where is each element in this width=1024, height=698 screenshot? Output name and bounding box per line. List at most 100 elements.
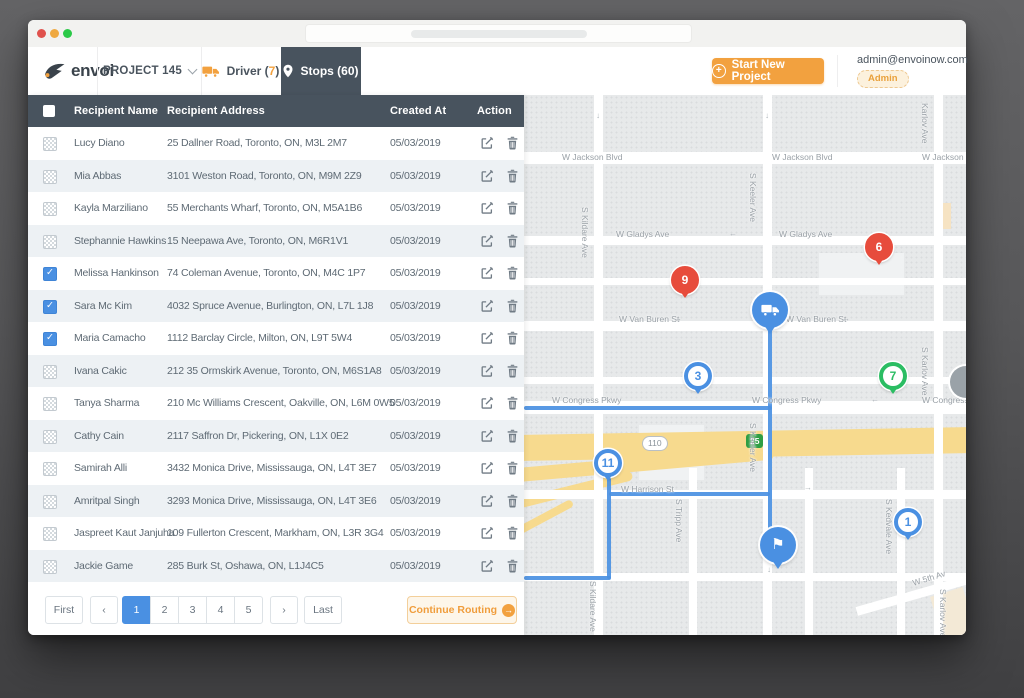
pagination-page-button[interactable]: 2 — [150, 596, 179, 624]
row-checkbox[interactable] — [43, 462, 57, 476]
pagination-page-button[interactable]: 4 — [206, 596, 235, 624]
table-row[interactable]: Maria Camacho 1112 Barclay Circle, Milto… — [28, 322, 524, 355]
select-all-checkbox[interactable] — [43, 105, 55, 117]
edit-icon[interactable] — [480, 201, 494, 215]
created-at: 05/03/2019 — [390, 485, 441, 518]
row-checkbox[interactable] — [43, 560, 57, 574]
delete-icon[interactable] — [506, 526, 520, 540]
delete-icon[interactable] — [506, 461, 520, 475]
row-checkbox[interactable] — [43, 235, 57, 249]
delete-icon[interactable] — [506, 494, 520, 508]
row-checkbox[interactable] — [43, 300, 57, 314]
table-row[interactable]: Jaspreet Kaut Janjuha 109 Fullerton Cres… — [28, 517, 524, 550]
delete-icon[interactable] — [506, 136, 520, 150]
header-divider — [837, 55, 838, 87]
flag-marker[interactable]: ⚑ — [760, 527, 796, 563]
edit-icon[interactable] — [480, 494, 494, 508]
table-body: Lucy Diano 25 Dallner Road, Toronto, ON,… — [28, 127, 524, 582]
street-label: W Gladys Ave — [616, 229, 669, 239]
stop-pin[interactable]: 3 — [684, 362, 712, 390]
table-row[interactable]: Sara Mc Kim 4032 Spruce Avenue, Burlingt… — [28, 290, 524, 323]
pagination-prev-button[interactable]: ‹ — [90, 596, 118, 624]
truck-marker[interactable] — [752, 292, 788, 328]
row-checkbox[interactable] — [43, 267, 57, 281]
row-checkbox[interactable] — [43, 397, 57, 411]
row-checkbox[interactable] — [43, 365, 57, 379]
street-label: S Kildare Ave — [588, 581, 598, 632]
delete-icon[interactable] — [506, 266, 520, 280]
row-checkbox[interactable] — [43, 495, 57, 509]
url-bar[interactable] — [306, 25, 691, 42]
table-row[interactable]: Tanya Sharma 210 Mc Williams Crescent, O… — [28, 387, 524, 420]
row-checkbox[interactable] — [43, 137, 57, 151]
project-selector[interactable]: PROJECT 145 — [97, 47, 202, 95]
minimize-window-button[interactable] — [50, 29, 59, 38]
table-row[interactable]: Cathy Cain 2117 Saffron Dr, Pickering, O… — [28, 420, 524, 453]
street-label: W Jackson Blv — [922, 152, 966, 162]
edit-icon[interactable] — [480, 429, 494, 443]
table-row[interactable]: Amritpal Singh 3293 Monica Drive, Missis… — [28, 485, 524, 518]
table-row[interactable]: Kayla Marziliano 55 Merchants Wharf, Tor… — [28, 192, 524, 225]
edit-icon[interactable] — [480, 559, 494, 573]
table-row[interactable]: Ivana Cakic 212 35 Ormskirk Avenue, Toro… — [28, 355, 524, 388]
delete-icon[interactable] — [506, 201, 520, 215]
delete-icon[interactable] — [506, 234, 520, 248]
stop-pin[interactable]: 11 — [594, 449, 622, 477]
edit-icon[interactable] — [480, 526, 494, 540]
edit-icon[interactable] — [480, 331, 494, 345]
delete-icon[interactable] — [506, 331, 520, 345]
table-row[interactable]: Jackie Game 285 Burk St, Oshawa, ON, L1J… — [28, 550, 524, 583]
map[interactable]: 11025 W Jackson BlvdW Jackson BlvdW Jack… — [524, 95, 966, 635]
table-row[interactable]: Melissa Hankinson 74 Coleman Avenue, Tor… — [28, 257, 524, 290]
pagination-next-button[interactable]: › — [270, 596, 298, 624]
table-row[interactable]: Samirah Alli 3432 Monica Drive, Mississa… — [28, 452, 524, 485]
recipient-name: Ivana Cakic — [74, 355, 127, 388]
delete-icon[interactable] — [506, 299, 520, 313]
tab-driver[interactable]: Driver (7) — [200, 47, 282, 95]
row-checkbox[interactable] — [43, 170, 57, 184]
continue-routing-button[interactable]: Continue Routing → — [407, 596, 517, 624]
stop-pin[interactable]: 7 — [879, 362, 907, 390]
edit-icon[interactable] — [480, 461, 494, 475]
recipient-address: 25 Dallner Road, Toronto, ON, M3L 2M7 — [167, 127, 347, 160]
maximize-window-button[interactable] — [63, 29, 72, 38]
created-at: 05/03/2019 — [390, 452, 441, 485]
tab-stops-active[interactable]: Stops (60) — [281, 47, 361, 95]
recipient-address: 109 Fullerton Crescent, Markham, ON, L3R… — [167, 517, 383, 550]
edit-icon[interactable] — [480, 234, 494, 248]
table-row[interactable]: Lucy Diano 25 Dallner Road, Toronto, ON,… — [28, 127, 524, 160]
row-checkbox[interactable] — [43, 430, 57, 444]
row-checkbox[interactable] — [43, 332, 57, 346]
table-header: Recipient Name Recipient Address Created… — [28, 95, 524, 127]
edit-icon[interactable] — [480, 364, 494, 378]
delete-icon[interactable] — [506, 364, 520, 378]
delete-icon[interactable] — [506, 396, 520, 410]
edit-icon[interactable] — [480, 266, 494, 280]
edit-icon[interactable] — [480, 136, 494, 150]
edit-icon[interactable] — [480, 169, 494, 183]
stop-pin[interactable]: 6 — [865, 233, 893, 261]
app-body: Recipient Name Recipient Address Created… — [28, 95, 966, 635]
pagination-first-button[interactable]: First — [45, 596, 83, 624]
close-window-button[interactable] — [37, 29, 46, 38]
table-row[interactable]: Mia Abbas 3101 Weston Road, Toronto, ON,… — [28, 160, 524, 193]
plus-circle-icon: + — [712, 64, 726, 78]
table-row[interactable]: Stephannie Hawkins 15 Neepawa Ave, Toron… — [28, 225, 524, 258]
row-checkbox[interactable] — [43, 202, 57, 216]
start-new-project-button[interactable]: + Start New Project — [712, 58, 824, 84]
partial-marker[interactable] — [950, 366, 966, 398]
pagination-page-button[interactable]: 5 — [234, 596, 263, 624]
pagination-page-button[interactable]: 3 — [178, 596, 207, 624]
street-minor — [805, 468, 813, 635]
delete-icon[interactable] — [506, 559, 520, 573]
delete-icon[interactable] — [506, 169, 520, 183]
delete-icon[interactable] — [506, 429, 520, 443]
stop-pin[interactable]: 1 — [894, 508, 922, 536]
edit-icon[interactable] — [480, 299, 494, 313]
pagination-last-button[interactable]: Last — [304, 596, 342, 624]
edit-icon[interactable] — [480, 396, 494, 410]
pagination-page-button[interactable]: 1 — [122, 596, 151, 624]
stop-pin[interactable]: 9 — [671, 266, 699, 294]
row-checkbox[interactable] — [43, 527, 57, 541]
envoi-bird-icon — [43, 62, 66, 81]
